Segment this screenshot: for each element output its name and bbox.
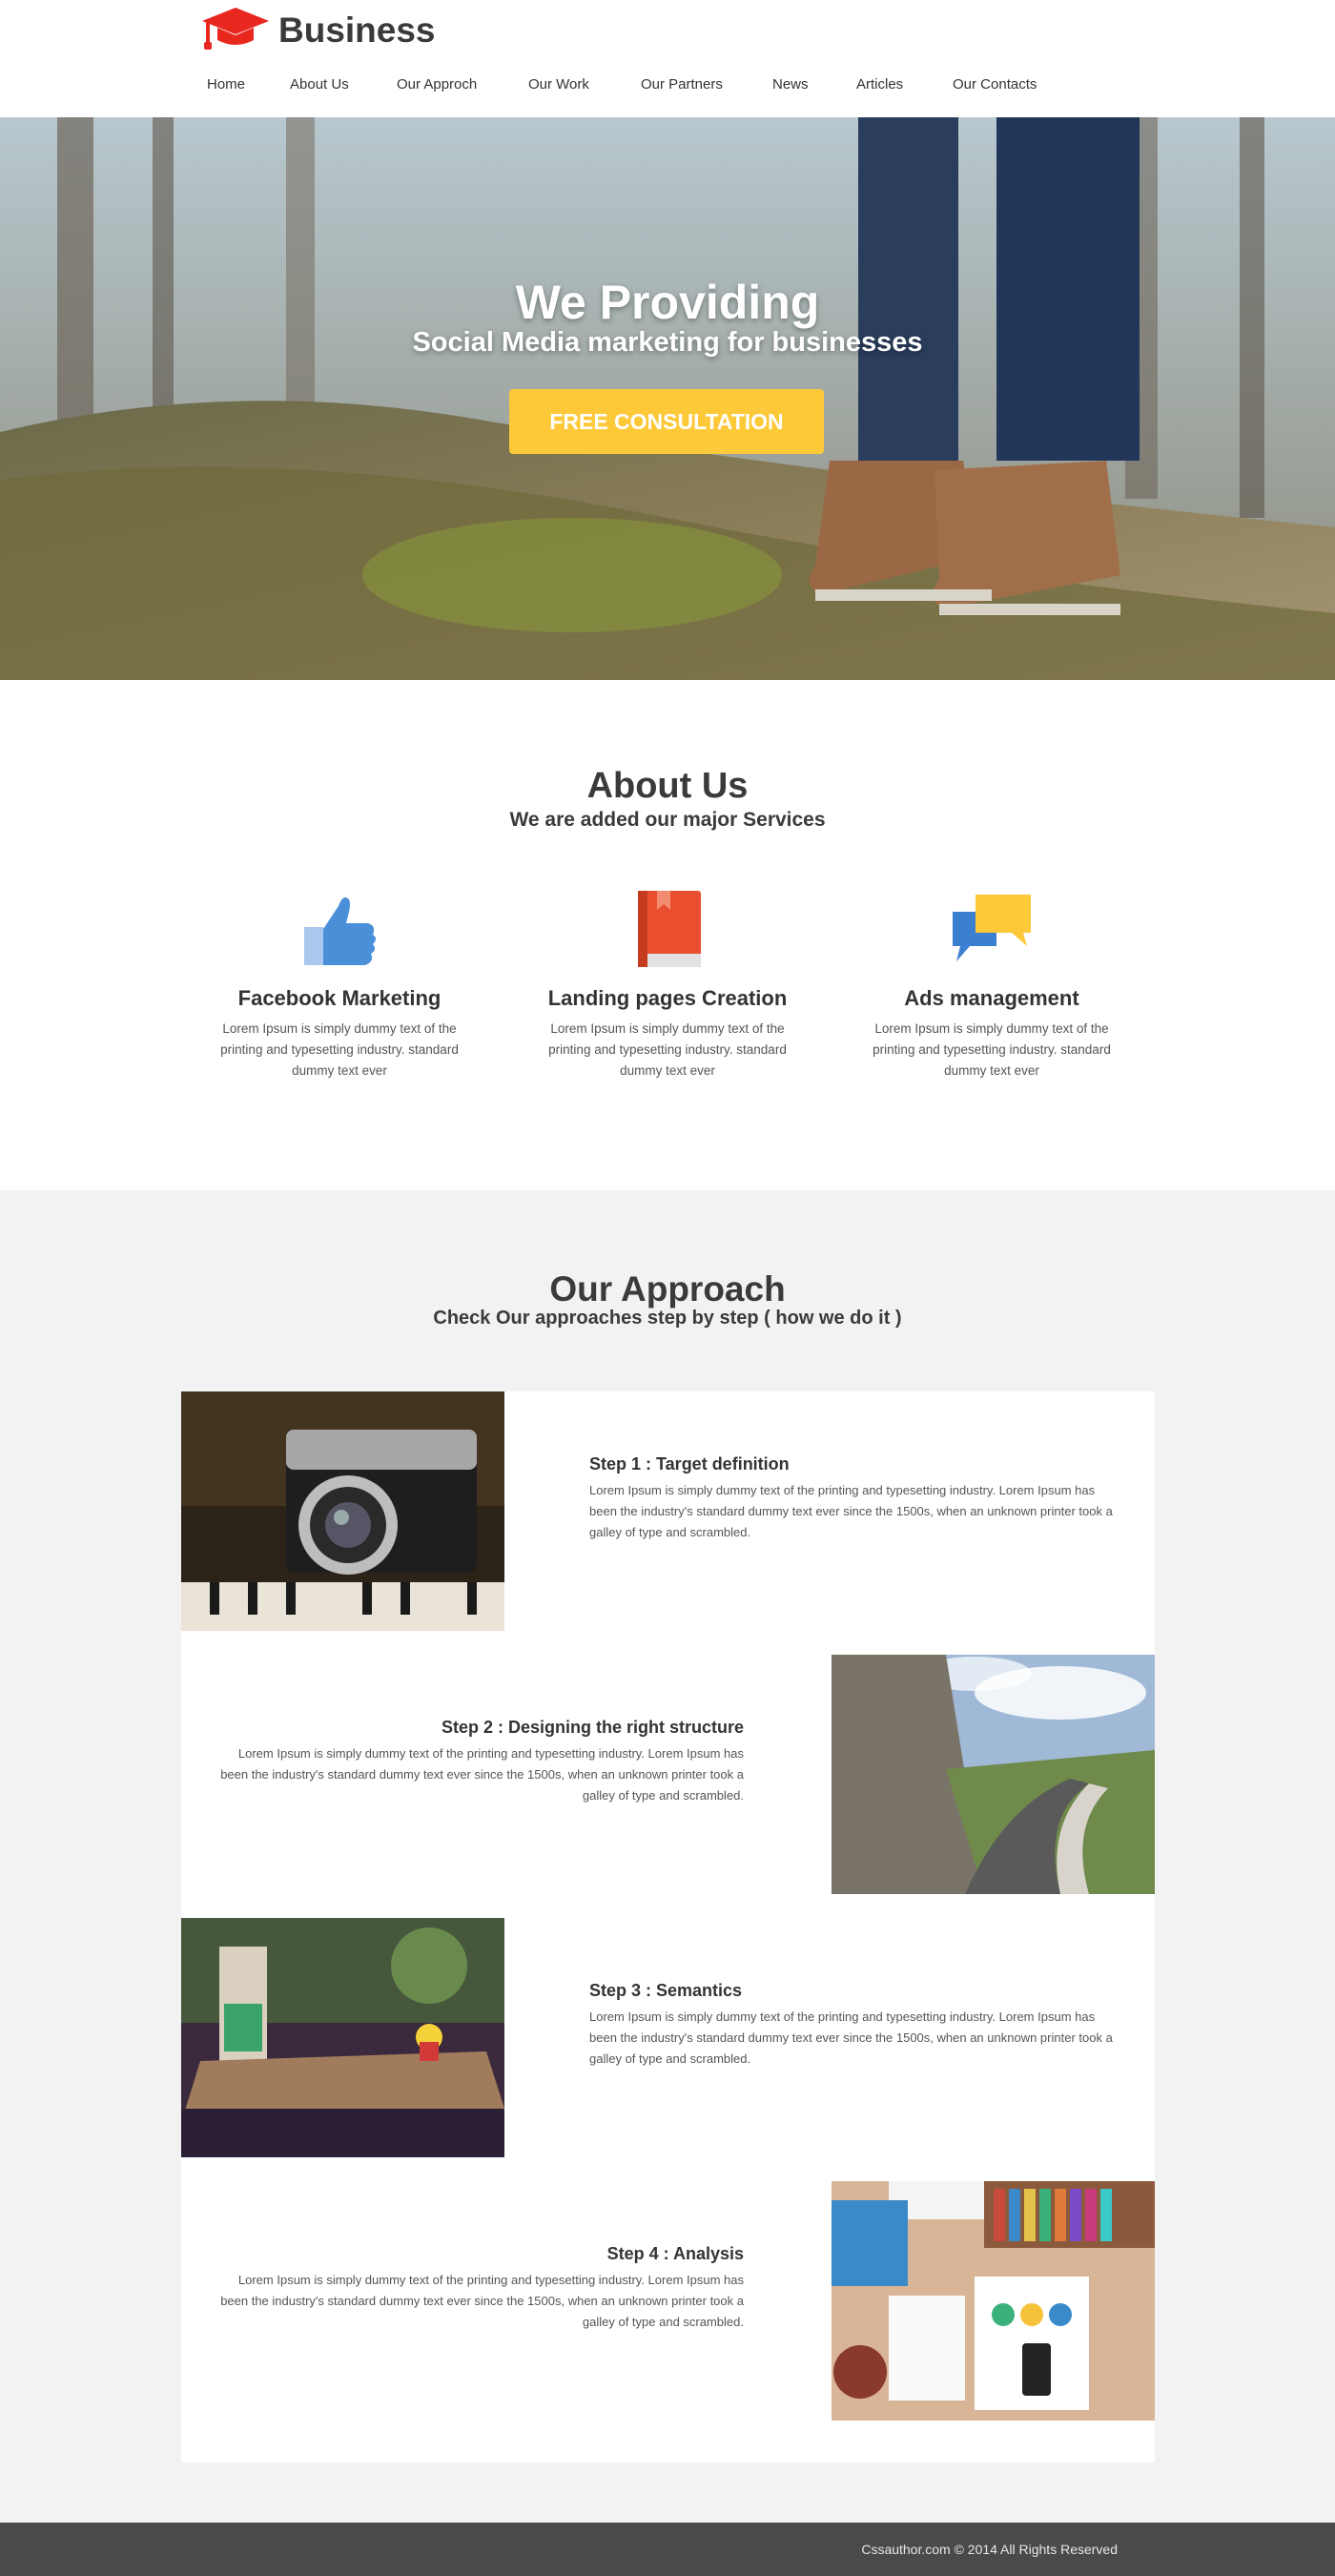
step-description: Lorem Ipsum is simply dummy text of the … bbox=[220, 2273, 744, 2329]
step-2-text: Step 2 : Designing the right structure L… bbox=[210, 1718, 744, 1806]
service-description: Lorem Ipsum is simply dummy text of the … bbox=[548, 1021, 787, 1078]
site-footer: Cssauthor.com © 2014 All Rights Reserved bbox=[0, 2523, 1335, 2576]
about-subtitle: We are added our major Services bbox=[509, 809, 826, 831]
service-description: Lorem Ipsum is simply dummy text of the … bbox=[220, 1021, 459, 1078]
step-1-image-camera bbox=[181, 1391, 504, 1631]
nav-our-partners[interactable]: Our Partners bbox=[641, 76, 723, 93]
service-description: Lorem Ipsum is simply dummy text of the … bbox=[873, 1021, 1111, 1078]
service-title: Ads management bbox=[904, 986, 1079, 1010]
hero-subtitle: Social Media marketing for businesses bbox=[412, 327, 923, 358]
step-4-text: Step 4 : Analysis Lorem Ipsum is simply … bbox=[210, 2244, 744, 2333]
step-description: Lorem Ipsum is simply dummy text of the … bbox=[589, 1483, 1113, 1539]
step-title: Step 2 : Designing the right structure bbox=[441, 1718, 744, 1737]
step-3-text: Step 3 : Semantics Lorem Ipsum is simply… bbox=[589, 1981, 1123, 2070]
service-title: Facebook Marketing bbox=[237, 986, 442, 1010]
free-consultation-button[interactable]: FREE CONSULTATION bbox=[509, 389, 824, 454]
nav-our-work[interactable]: Our Work bbox=[528, 76, 589, 93]
brand-name: Business bbox=[278, 10, 436, 50]
hero-banner: We Providing Social Media marketing for … bbox=[0, 117, 1335, 680]
approach-title: Our Approach bbox=[549, 1269, 786, 1309]
approach-section: Our Approach Check Our approaches step b… bbox=[0, 1190, 1335, 2523]
step-3-image-cafe bbox=[181, 1918, 504, 2157]
approach-subtitle: Check Our approaches step by step ( how … bbox=[433, 1308, 902, 1329]
step-description: Lorem Ipsum is simply dummy text of the … bbox=[589, 2009, 1113, 2066]
step-4-image-desk bbox=[832, 2181, 1155, 2421]
service-facebook-marketing: Facebook Marketing Lorem Ipsum is simply… bbox=[216, 887, 463, 1082]
copyright-text: Cssauthor.com © 2014 All Rights Reserved bbox=[861, 2542, 1118, 2557]
nav-about-us[interactable]: About Us bbox=[290, 76, 349, 93]
step-description: Lorem Ipsum is simply dummy text of the … bbox=[220, 1746, 744, 1803]
graduation-cap-icon bbox=[200, 4, 271, 58]
nav-articles[interactable]: Articles bbox=[856, 76, 903, 93]
logo[interactable]: Business bbox=[200, 6, 436, 55]
steps-panel: Step 1 : Target definition Lorem Ipsum i… bbox=[181, 1391, 1155, 2463]
hero-title: We Providing bbox=[515, 276, 820, 329]
thumbs-up-icon bbox=[216, 887, 463, 973]
chat-bubbles-icon bbox=[868, 887, 1116, 973]
site-header: Business Home About Us Our Approch Our W… bbox=[0, 0, 1335, 117]
step-1-text: Step 1 : Target definition Lorem Ipsum i… bbox=[589, 1454, 1123, 1543]
service-title: Landing pages Creation bbox=[547, 986, 788, 1010]
about-title: About Us bbox=[586, 766, 749, 806]
nav-our-approch[interactable]: Our Approch bbox=[397, 76, 477, 93]
service-landing-pages: Landing pages Creation Lorem Ipsum is si… bbox=[544, 887, 791, 1082]
service-ads-management: Ads management Lorem Ipsum is simply dum… bbox=[868, 887, 1116, 1082]
step-title: Step 1 : Target definition bbox=[589, 1454, 790, 1473]
book-icon bbox=[544, 887, 791, 973]
main-nav: Home About Us Our Approch Our Work Our P… bbox=[0, 76, 1335, 99]
nav-our-contacts[interactable]: Our Contacts bbox=[953, 76, 1037, 93]
step-title: Step 4 : Analysis bbox=[606, 2244, 744, 2263]
step-title: Step 3 : Semantics bbox=[589, 1981, 743, 2000]
step-2-image-mountain-road bbox=[832, 1655, 1155, 1894]
nav-home[interactable]: Home bbox=[207, 76, 245, 93]
nav-news[interactable]: News bbox=[772, 76, 809, 93]
